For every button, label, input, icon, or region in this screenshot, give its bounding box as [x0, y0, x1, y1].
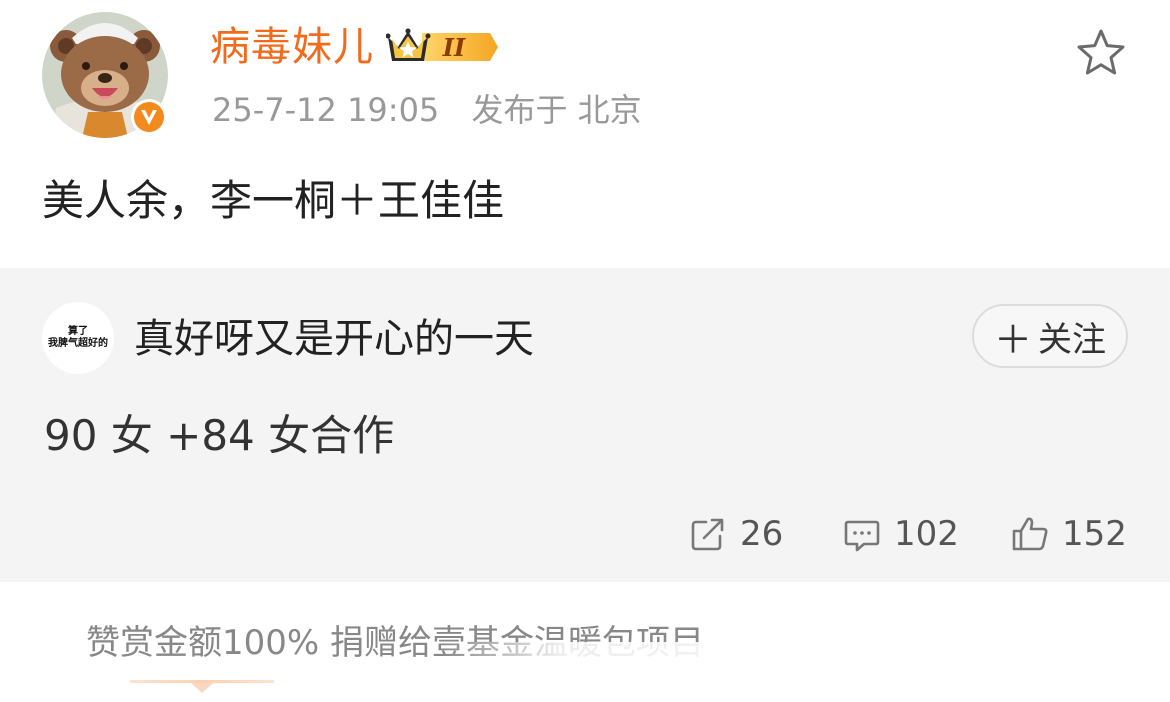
post-timestamp: 25-7-12 19:05: [212, 91, 440, 129]
comment-count: 102: [894, 514, 959, 554]
tab-indicator-arrow: [191, 683, 213, 693]
post-meta: 25-7-12 19:05 发布于 北京: [212, 88, 642, 132]
thumbs-up-icon: [1012, 517, 1048, 551]
like-button[interactable]: 152: [1010, 510, 1127, 558]
verified-v-badge-icon: [130, 98, 168, 136]
reposted-card[interactable]: 算了 我脾气超好的 真好呀又是开心的一天 ＋ 关注 90 女 +84 女合作 2…: [0, 268, 1170, 582]
comment-button[interactable]: 102: [842, 510, 959, 558]
post-content: 美人余，李一桐＋王佳佳: [42, 176, 505, 225]
share-icon: [691, 518, 724, 551]
repost-author-avatar[interactable]: 算了 我脾气超好的: [42, 302, 114, 374]
post-header: 病毒妹儿 II 25-7-12 19:05 发布于 北京 美人余，李一桐＋王佳佳: [0, 0, 1170, 268]
repost-avatar-text-line1: 算了: [68, 326, 88, 337]
donation-footer: 赞赏金额100% 捐赠给壹基金温暖包项目: [0, 582, 1170, 702]
plus-icon: ＋: [993, 317, 1032, 362]
post-source: 发布于 北京: [471, 91, 642, 129]
repost-avatar-text-line2: 我脾气超好的: [48, 338, 108, 349]
follow-label: 关注: [1038, 319, 1106, 360]
share-button[interactable]: 26: [688, 510, 783, 558]
repost-author-name[interactable]: 真好呀又是开心的一天: [134, 312, 534, 366]
fade-overlay: [440, 642, 740, 682]
favorite-button[interactable]: [1074, 26, 1128, 80]
crown-vip-icon[interactable]: II: [385, 27, 500, 67]
like-count: 152: [1062, 514, 1127, 554]
author-avatar[interactable]: [42, 12, 168, 138]
vip-level: II: [442, 33, 466, 62]
follow-button[interactable]: ＋ 关注: [972, 304, 1128, 368]
share-count: 26: [740, 514, 784, 554]
author-name[interactable]: 病毒妹儿: [210, 20, 374, 74]
star-outline-icon: [1077, 29, 1125, 75]
repost-content: 90 女 +84 女合作: [44, 411, 395, 460]
author-line: 病毒妹儿 II: [210, 20, 500, 74]
comment-icon: [844, 520, 880, 552]
